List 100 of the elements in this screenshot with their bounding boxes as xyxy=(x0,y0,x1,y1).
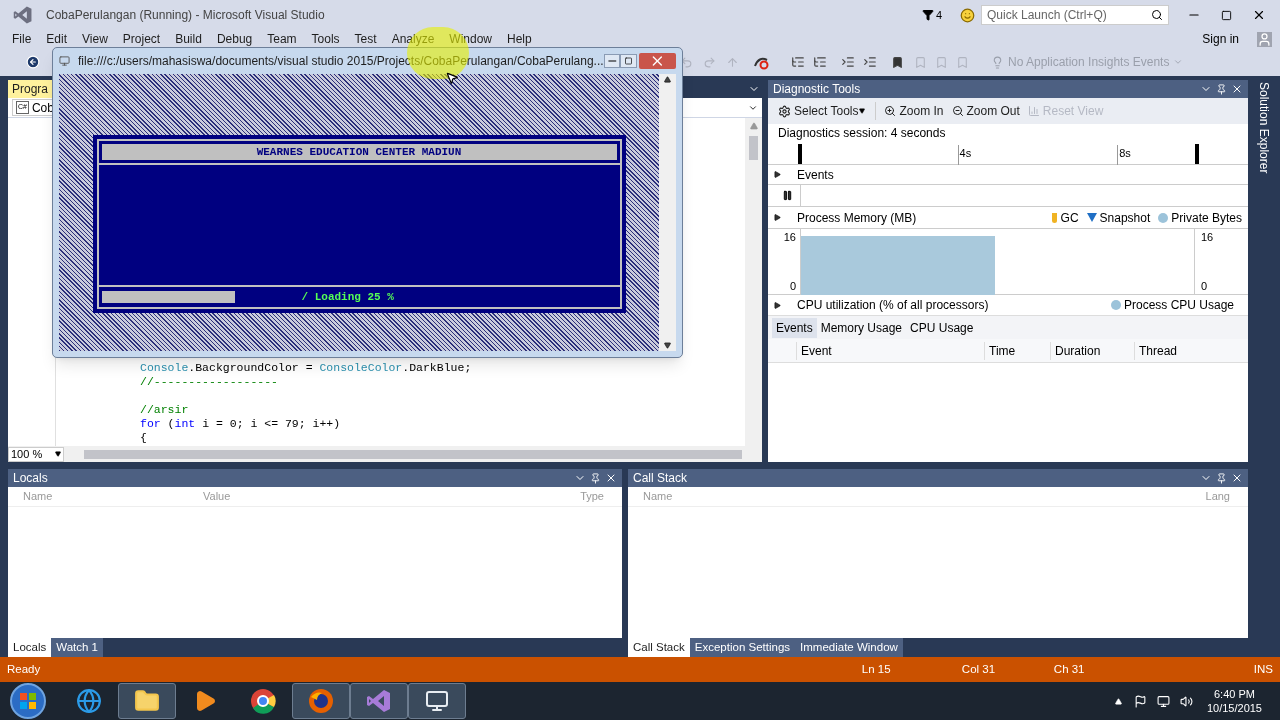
status-text: Ln 15 xyxy=(861,661,892,677)
console-window-icon xyxy=(425,689,449,713)
bookmark-icon[interactable] xyxy=(891,55,904,69)
legend-label: Process CPU Usage xyxy=(1123,297,1234,314)
menu-item[interactable]: Help xyxy=(501,30,538,48)
code-line: //------------------ xyxy=(140,375,279,388)
menu-item[interactable]: Build xyxy=(169,30,208,48)
undo-icon[interactable] xyxy=(680,55,693,69)
caret-icon xyxy=(55,451,61,457)
scroll-thumb[interactable] xyxy=(749,136,758,160)
close-icon[interactable] xyxy=(1231,472,1243,484)
minimize-icon[interactable] xyxy=(603,54,621,68)
tool-button[interactable]: Select Tools xyxy=(778,102,877,120)
close-icon[interactable] xyxy=(1252,8,1266,22)
panel-tab[interactable]: Immediate Window xyxy=(795,638,903,657)
tray-expand-icon[interactable] xyxy=(1114,697,1122,705)
flag-icon[interactable] xyxy=(1133,694,1147,708)
axis-label: 16 xyxy=(783,230,796,245)
panel-tab[interactable]: Locals xyxy=(8,638,52,657)
ruler-label: 8s xyxy=(1117,145,1131,165)
menu-item[interactable]: Debug xyxy=(210,30,259,48)
zoom-dropdown[interactable]: 100 % xyxy=(8,446,64,462)
solution-explorer-tab[interactable]: Solution Explorer xyxy=(1255,82,1273,174)
pin-icon[interactable] xyxy=(1216,472,1227,484)
network-icon[interactable] xyxy=(1156,694,1170,708)
notification-count: 4 xyxy=(935,7,942,23)
legend-label: Snapshot xyxy=(1099,209,1151,227)
session-duration: Diagnostics session: 4 seconds xyxy=(777,125,947,142)
pin-icon[interactable] xyxy=(590,472,601,484)
menu-item[interactable]: Tools xyxy=(305,30,346,48)
collapse-icon[interactable] xyxy=(774,214,781,221)
account-icon[interactable] xyxy=(1257,31,1272,47)
section-title: Process Memory (MB) xyxy=(797,209,918,227)
vertical-scrollbar[interactable] xyxy=(659,74,676,351)
restore-icon[interactable] xyxy=(1221,9,1232,21)
code-line: for (int i = 0; i <= 79; i++) xyxy=(140,417,341,430)
code-line: //arsir xyxy=(140,403,189,416)
caret-icon xyxy=(859,108,866,114)
browser-icon xyxy=(250,688,276,714)
infinity-logo-icon xyxy=(366,688,392,714)
tool-button[interactable]: Zoom In xyxy=(884,102,944,120)
column-header[interactable]: Duration xyxy=(1050,341,1134,360)
panel-title: Diagnostic Tools xyxy=(773,81,862,98)
window-title: CobaPerulangan (Running) - Microsoft Visual Studio xyxy=(46,7,326,24)
legend-label: Private Bytes xyxy=(1171,209,1242,227)
taskbar-button[interactable] xyxy=(408,683,466,719)
pause-icon[interactable] xyxy=(782,190,793,201)
browser-icon xyxy=(76,688,102,714)
section-title: Events xyxy=(797,166,834,184)
clock[interactable]: 6:40 PM 10/15/2015 xyxy=(1206,687,1262,715)
filter-icon[interactable] xyxy=(921,9,934,21)
menu-item[interactable]: Edit xyxy=(40,30,74,48)
list-icon[interactable] xyxy=(791,55,805,69)
menu-item[interactable]: View xyxy=(76,30,114,48)
vertical-scrollbar[interactable] xyxy=(745,118,762,446)
horizontal-scrollbar[interactable] xyxy=(84,449,742,459)
document-tab[interactable]: Progra xyxy=(8,80,53,98)
menu-item[interactable]: Team xyxy=(261,30,303,48)
taskbar-button[interactable] xyxy=(118,683,176,719)
menu-item[interactable]: Project xyxy=(116,30,167,48)
scroll-down-icon[interactable] xyxy=(664,342,671,349)
diagnostics-tab[interactable]: Events xyxy=(772,317,817,338)
search-icon xyxy=(1151,9,1163,21)
indent-icon[interactable] xyxy=(841,55,855,69)
range-handle[interactable] xyxy=(798,144,802,164)
close-icon[interactable] xyxy=(605,472,617,484)
mouse-pointer-icon xyxy=(445,70,459,86)
menu-item[interactable]: File xyxy=(6,30,38,48)
status-text: Ready xyxy=(7,661,42,677)
panel-title: Call Stack xyxy=(633,470,689,487)
smiley-icon[interactable] xyxy=(960,7,975,23)
collapse-icon[interactable] xyxy=(774,301,781,309)
scroll-up-icon[interactable] xyxy=(664,76,671,83)
axis-label: 16 xyxy=(1201,230,1215,245)
folder-icon xyxy=(134,688,160,714)
panel-tab[interactable]: Exception Settings xyxy=(689,638,796,657)
close-icon[interactable] xyxy=(1231,83,1243,95)
start-button[interactable] xyxy=(10,683,46,719)
range-handle[interactable] xyxy=(1195,144,1199,164)
column-header[interactable]: Thread xyxy=(1134,341,1230,360)
diagnostics-tab[interactable]: Memory Usage xyxy=(816,317,907,338)
indent-icon[interactable] xyxy=(863,55,877,69)
list-icon[interactable] xyxy=(813,55,827,69)
volume-icon[interactable] xyxy=(1179,694,1193,708)
maximize-icon[interactable] xyxy=(620,54,638,68)
quick-launch-field[interactable]: Quick Launch (Ctrl+Q) xyxy=(981,5,1169,25)
panel-tab[interactable]: Watch 1 xyxy=(51,638,103,657)
tool-button[interactable]: Zoom Out xyxy=(951,102,1020,120)
panel-tab[interactable]: Call Stack xyxy=(628,638,690,657)
sign-in-link[interactable]: Sign in xyxy=(1202,30,1239,48)
collapse-icon[interactable] xyxy=(774,171,781,178)
code-line: Console.BackgroundColor = ConsoleColor.DarkBlue; xyxy=(140,361,472,374)
column-header[interactable]: Time xyxy=(984,341,1050,360)
zoom-in-icon xyxy=(884,105,897,117)
diagnostics-tab[interactable]: CPU Usage xyxy=(906,317,978,338)
back-icon[interactable] xyxy=(26,55,40,69)
pin-icon[interactable] xyxy=(1216,83,1227,95)
column-header[interactable]: Event xyxy=(796,341,984,360)
zoom-out-icon xyxy=(951,105,964,117)
menu-item[interactable]: Test xyxy=(348,30,383,48)
